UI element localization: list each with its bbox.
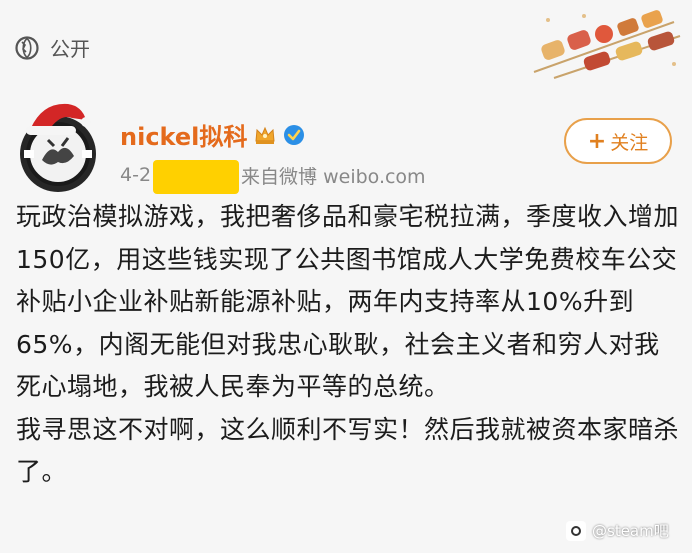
author-header: nickel拟科 <box>120 117 305 152</box>
post-date: 4-2 <box>120 164 152 186</box>
follow-label: 关注 <box>610 131 649 154</box>
post-source[interactable]: 来自微博 weibo.com <box>241 162 426 189</box>
plus-icon: + <box>587 128 607 154</box>
privacy-indicator[interactable]: 公开 <box>14 33 90 62</box>
post-paragraph-2: 我寻思这不对啊，这么顺利不写实！然后我就被资本家暗杀了。 <box>16 414 680 487</box>
avatar[interactable] <box>16 96 100 196</box>
post-meta: 4-2 来自微博 weibo.com <box>120 158 426 194</box>
skewer-decoration-icon <box>533 10 681 79</box>
verified-icon[interactable] <box>283 124 305 146</box>
watermark: @steam吧 <box>566 520 669 541</box>
watermark-icon <box>566 520 586 541</box>
privacy-label: 公开 <box>50 37 90 61</box>
redaction-block <box>153 160 240 194</box>
globe-icon <box>15 35 39 60</box>
post-body: 玩政治模拟游戏，我把奢侈品和豪宅税拉满，季度收入增加150亿，用这些钱实现了公共… <box>16 196 684 494</box>
crown-icon[interactable] <box>253 123 277 147</box>
follow-button[interactable]: + 关注 <box>564 118 672 164</box>
santa-hat-icon <box>26 103 91 135</box>
username[interactable]: nickel拟科 <box>120 117 247 152</box>
watermark-label: @steam吧 <box>592 522 669 540</box>
post-paragraph-1: 玩政治模拟游戏，我把奢侈品和豪宅税拉满，季度收入增加150亿，用这些钱实现了公共… <box>16 202 680 401</box>
